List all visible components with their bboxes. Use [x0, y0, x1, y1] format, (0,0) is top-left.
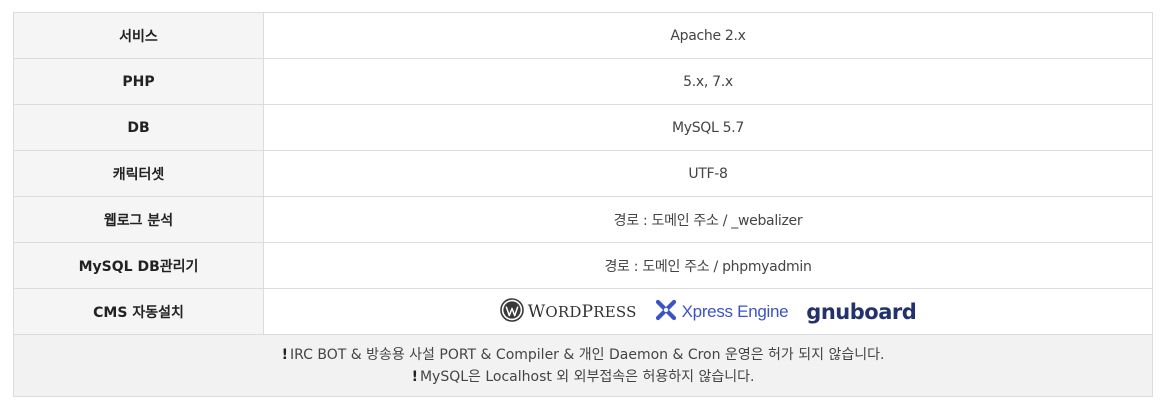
note-line: ! IRC BOT & 방송용 사설 PORT & Compiler & 개인 D…	[14, 344, 1152, 366]
row-label-service: 서비스	[13, 12, 264, 59]
gnuboard-logo: gnuboard	[806, 300, 916, 324]
table-row: CMS 자동설치 WORDPRESS Xpress Engine gnuboar…	[13, 288, 1153, 335]
table-row: MySQL DB관리기 경로 : 도메인 주소 / phpmyadmin	[13, 242, 1153, 289]
warning-mark: !	[411, 368, 418, 385]
note-text-2: MySQL은 Localhost 외 외부접속은 허용하지 않습니다.	[419, 368, 755, 385]
row-label-cms: CMS 자동설치	[13, 288, 264, 335]
row-value-cms: WORDPRESS Xpress Engine gnuboard	[263, 288, 1153, 335]
restriction-notes: ! IRC BOT & 방송용 사설 PORT & Compiler & 개인 D…	[13, 334, 1153, 397]
notes-row: ! IRC BOT & 방송용 사설 PORT & Compiler & 개인 D…	[13, 334, 1153, 397]
row-value-charset: UTF-8	[263, 150, 1153, 197]
note-line: ! MySQL은 Localhost 외 외부접속은 허용하지 않습니다.	[14, 366, 1152, 388]
xpress-engine-wordmark: Xpress Engine	[681, 301, 789, 321]
row-label-charset: 캐릭터셋	[13, 150, 264, 197]
note-text-1: IRC BOT & 방송용 사설 PORT & Compiler & 개인 Da…	[289, 346, 885, 363]
row-label-db: DB	[13, 104, 264, 151]
gnuboard-wordmark: gnuboard	[806, 299, 917, 324]
table-row: 서비스 Apache 2.x	[13, 12, 1153, 59]
hosting-spec-table: 서비스 Apache 2.x PHP 5.x, 7.x DB MySQL 5.7…	[13, 12, 1153, 397]
row-label-weblog: 웹로그 분석	[13, 196, 264, 243]
hosting-spec-panel: 서비스 Apache 2.x PHP 5.x, 7.x DB MySQL 5.7…	[13, 12, 1153, 397]
table-row: DB MySQL 5.7	[13, 104, 1153, 151]
table-row: 웹로그 분석 경로 : 도메인 주소 / _webalizer	[13, 196, 1153, 243]
wordpress-logo: WORDPRESS	[499, 297, 637, 326]
wordpress-wordmark: WORDPRESS	[527, 301, 637, 322]
table-row: PHP 5.x, 7.x	[13, 58, 1153, 105]
row-value-db: MySQL 5.7	[263, 104, 1153, 151]
table-row: 캐릭터셋 UTF-8	[13, 150, 1153, 197]
row-value-php: 5.x, 7.x	[263, 58, 1153, 105]
row-label-mysql-admin: MySQL DB관리기	[13, 242, 264, 289]
warning-mark: !	[281, 346, 288, 363]
row-value-mysql-admin: 경로 : 도메인 주소 / phpmyadmin	[263, 242, 1153, 289]
wordpress-icon	[499, 297, 524, 326]
row-value-weblog: 경로 : 도메인 주소 / _webalizer	[263, 196, 1153, 243]
row-label-php: PHP	[13, 58, 264, 105]
row-value-service: Apache 2.x	[263, 12, 1153, 59]
cms-logo-list: WORDPRESS Xpress Engine gnuboard	[264, 297, 1152, 326]
xe-icon	[655, 299, 677, 325]
xpress-engine-logo: Xpress Engine	[655, 299, 789, 325]
